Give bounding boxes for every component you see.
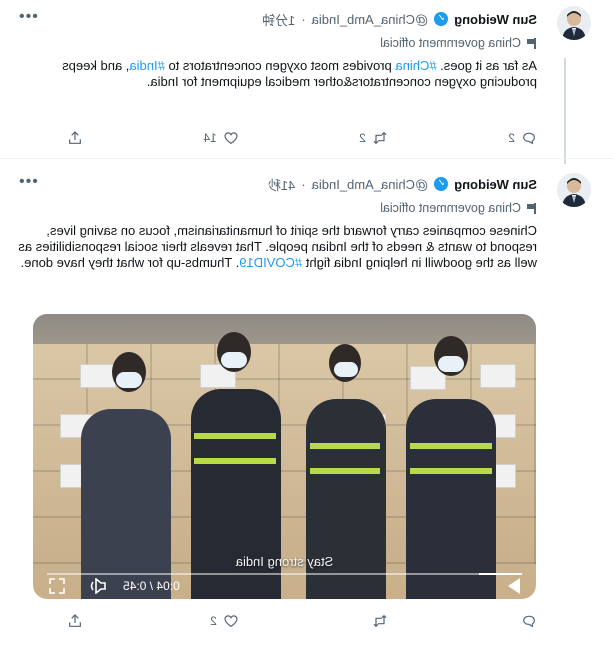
share-icon [69,131,81,144]
box-label [480,364,516,388]
verified-badge-icon: ✓ [434,12,449,26]
fullscreen-icon[interactable] [49,578,65,594]
face-mask [438,356,464,372]
reflective-stripe [194,458,276,464]
face-mask [116,372,142,388]
reflective-stripe [310,468,380,474]
more-icon[interactable]: ••• [18,8,38,26]
hashtag-link[interactable]: #China [395,58,436,73]
box-label [80,364,116,388]
reflective-stripe [310,443,380,449]
video-controls: 0:04 / 0:45 [33,573,536,599]
reflective-stripe [410,443,492,449]
text-segment: provides most oxygen concentrators to [164,58,396,73]
hashtag-link[interactable]: #COVID19 [239,255,302,270]
account-label: China government official [18,198,537,218]
face-mask [221,352,247,368]
like-icon [224,615,238,628]
separator: · [301,11,306,27]
like-count: 2 [210,614,217,628]
video-caption: Stay strong India [235,554,334,569]
label-text[interactable]: China government official [380,36,521,50]
account-label: China government official [18,33,537,53]
share-icon [69,614,81,627]
retweet-icon [373,614,387,628]
avatar[interactable] [557,173,591,207]
person [406,399,496,599]
retweet-count: 2 [359,131,366,145]
share-button[interactable] [67,128,83,148]
verified-badge-icon: ✓ [434,177,449,191]
reply-icon [523,132,535,145]
retweet-button[interactable]: 2 [359,128,388,148]
avatar-image [557,6,591,40]
tweet-time[interactable]: 41秒 [268,175,295,194]
text-segment: As far as it goes. [436,58,537,73]
reflective-stripe [410,468,492,474]
hashtag-link[interactable]: #India [129,58,164,73]
face-mask [334,362,358,377]
like-icon [224,132,238,145]
tweet-header: Sun Weidong ✓ @China_Amb_India · 1分钟 [18,8,537,30]
label-text[interactable]: China government official [380,201,521,215]
action-bar: 2 [67,611,537,631]
avatar-image [557,173,591,207]
author-name[interactable]: Sun Weidong [454,12,537,27]
play-icon[interactable] [508,578,520,594]
more-icon[interactable]: ••• [18,173,38,191]
reply-button[interactable]: 2 [508,128,537,148]
like-button[interactable]: 2 [210,611,239,631]
tweet-1[interactable]: Sun Weidong ✓ @China_Amb_India · 1分钟 •••… [0,0,613,164]
author-name[interactable]: Sun Weidong [454,177,537,192]
flag-icon [527,38,537,49]
retweet-icon [373,131,387,145]
like-count: 14 [203,131,217,145]
reply-button[interactable] [515,611,537,631]
tweet-text: Chinese companies carry forward the spir… [18,223,537,271]
tweet-time[interactable]: 1分钟 [262,10,295,29]
separator: · [301,176,306,192]
person [81,409,171,599]
reply-count: 2 [508,131,515,145]
tweet-header: Sun Weidong ✓ @China_Amb_India · 41秒 [18,173,537,195]
volume-icon[interactable] [87,578,107,594]
video-time: 0:04 / 0:45 [123,579,180,593]
reflective-stripe [194,433,276,439]
tweet-2[interactable]: Sun Weidong ✓ @China_Amb_India · 41秒 •••… [0,158,613,653]
share-button[interactable] [67,611,83,631]
video-player[interactable]: Stay strong India 0:04 / 0:45 [33,314,536,599]
tweet-text: As far as it goes. #China provides most … [18,58,537,90]
reply-icon [523,615,535,628]
action-bar: 2 2 14 [67,128,537,148]
text-segment: . Thumbs-up for what they have done. [20,255,240,270]
flag-icon [527,203,537,214]
like-button[interactable]: 14 [203,128,238,148]
person [306,399,386,599]
author-handle[interactable]: @China_Amb_India [312,177,429,192]
retweet-button[interactable] [366,611,388,631]
avatar[interactable] [557,6,591,40]
thread-line [564,58,566,164]
author-handle[interactable]: @China_Amb_India [312,12,429,27]
